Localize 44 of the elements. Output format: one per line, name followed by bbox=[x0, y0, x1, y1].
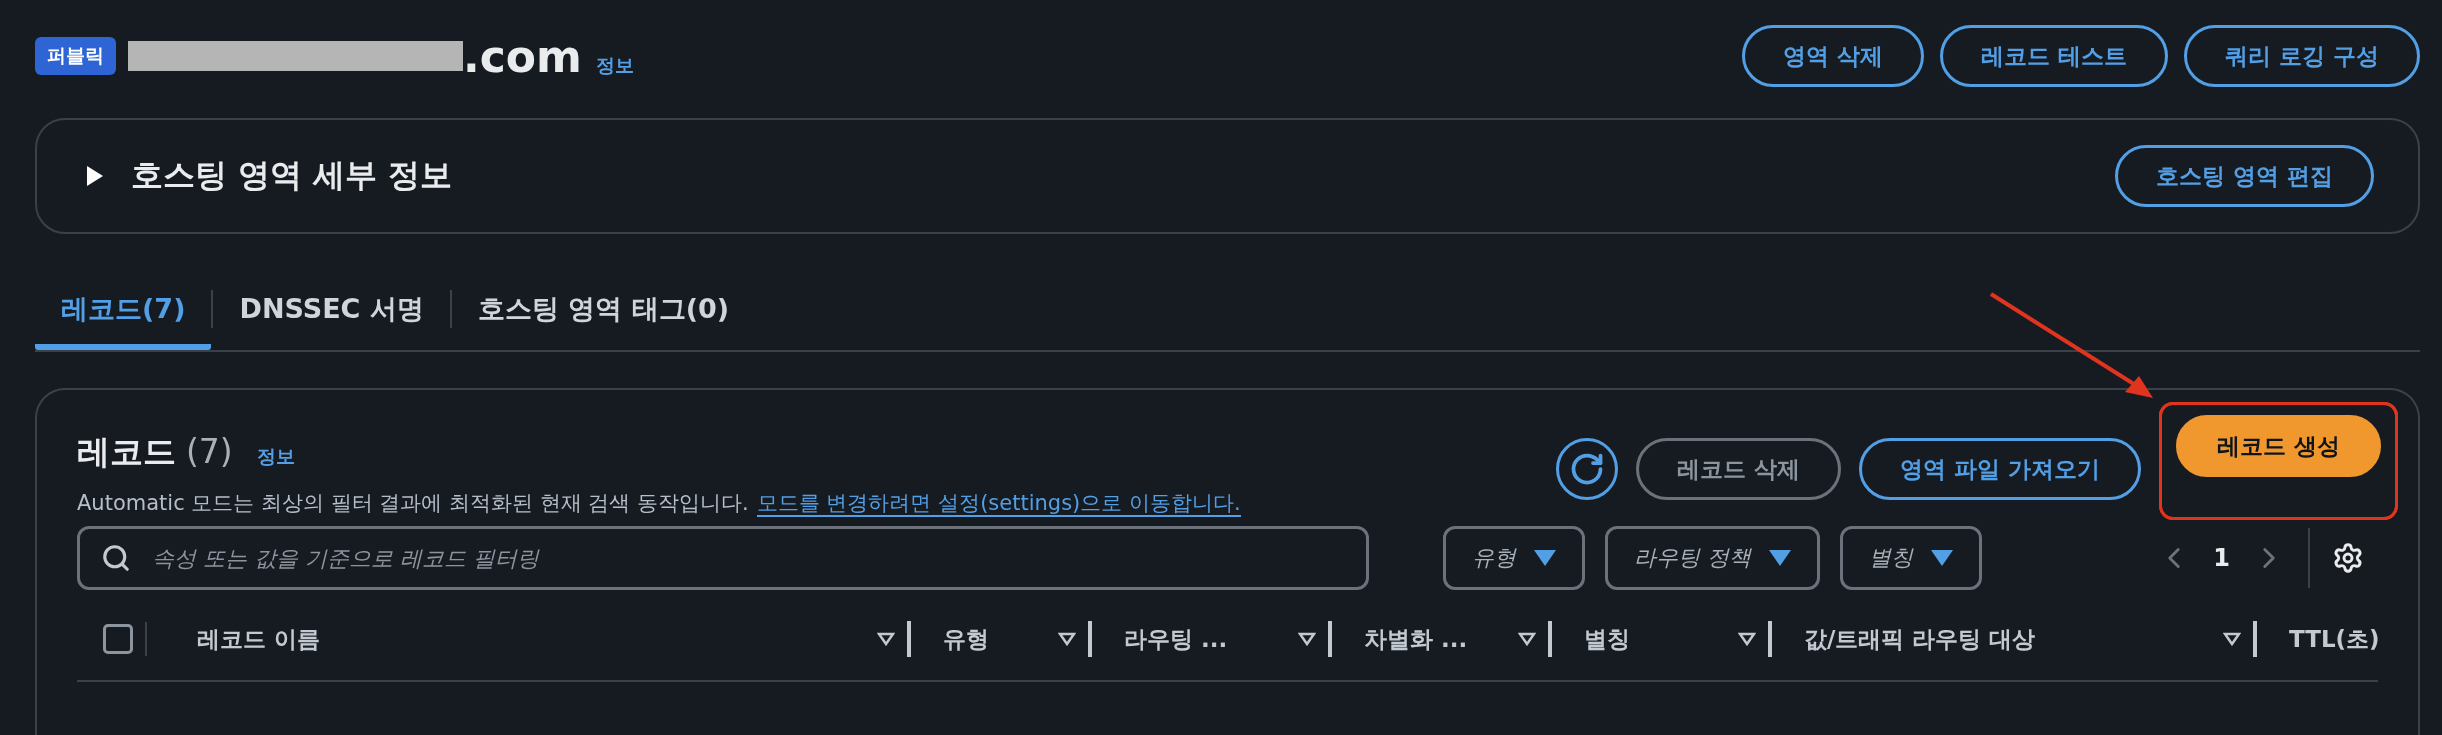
sort-icon[interactable] bbox=[877, 632, 895, 646]
search-field[interactable]: 속성 또는 값을 기준으로 레코드 필터링 bbox=[77, 526, 1369, 590]
records-title: 레코드 bbox=[77, 431, 176, 473]
page-number[interactable]: 1 bbox=[2213, 544, 2230, 572]
column-header[interactable]: 차별화 ... bbox=[1364, 623, 1518, 655]
domain-title: .com bbox=[463, 30, 582, 82]
info-link[interactable]: 정보 bbox=[595, 52, 634, 79]
caret-icon bbox=[1769, 550, 1791, 566]
expand-icon[interactable] bbox=[85, 164, 105, 188]
select-all-checkbox[interactable] bbox=[103, 624, 133, 654]
caret-icon bbox=[1931, 550, 1953, 566]
toolbar-button[interactable]: 영역 파일 가져오기 bbox=[1858, 438, 2141, 500]
action-button[interactable]: 레코드 테스트 bbox=[1939, 25, 2168, 87]
column-header[interactable]: TTL(초) bbox=[2289, 623, 2380, 655]
column-header[interactable]: 별칭 bbox=[1584, 623, 1738, 655]
create-record-button[interactable]: 레코드 생성 bbox=[2176, 415, 2381, 477]
info-link[interactable]: 정보 bbox=[256, 444, 295, 470]
tab[interactable]: 호스팅 영역 태그(0) bbox=[451, 274, 756, 350]
action-button[interactable]: 영역 삭제 bbox=[1741, 25, 1924, 87]
tab[interactable]: DNSSEC 서명 bbox=[213, 274, 450, 350]
description-text: Automatic 모드는 최상의 필터 결과에 최적화된 현재 검색 동작입니다. bbox=[77, 491, 749, 515]
sort-icon[interactable] bbox=[1298, 632, 1316, 646]
column-header[interactable]: 레코드 이름 bbox=[197, 623, 877, 655]
filter-dropdown[interactable]: 별칭 bbox=[1840, 526, 1982, 590]
column-header[interactable]: 라우팅 ... bbox=[1124, 623, 1298, 655]
sort-icon[interactable] bbox=[1518, 632, 1536, 646]
sort-icon[interactable] bbox=[1058, 632, 1076, 646]
refresh-button[interactable] bbox=[1555, 438, 1618, 500]
tab[interactable]: 레코드(7) bbox=[35, 274, 212, 350]
records-count: (7) bbox=[186, 432, 233, 471]
details-title[interactable]: 호스팅 영역 세부 정보 bbox=[131, 154, 453, 198]
filter-dropdown[interactable]: 라우팅 정책 bbox=[1605, 526, 1820, 590]
settings-icon[interactable] bbox=[2332, 542, 2364, 574]
sort-icon[interactable] bbox=[2223, 632, 2241, 646]
edit-button[interactable]: 호스팅 영역 편집 bbox=[2115, 145, 2374, 207]
settings-link[interactable]: 모드를 변경하려면 설정(settings)으로 이동합니다. bbox=[756, 491, 1241, 517]
caret-icon bbox=[1534, 550, 1556, 566]
sort-icon[interactable] bbox=[1738, 632, 1756, 646]
action-button[interactable]: 쿼리 로깅 구성 bbox=[2184, 25, 2420, 87]
search-icon bbox=[101, 543, 131, 573]
public-badge: 퍼블릭 bbox=[35, 37, 116, 75]
column-header[interactable]: 값/트래픽 라우팅 대상 bbox=[1804, 623, 2223, 655]
column-header[interactable]: 유형 bbox=[943, 623, 1058, 655]
filter-dropdown[interactable]: 유형 bbox=[1443, 526, 1585, 590]
